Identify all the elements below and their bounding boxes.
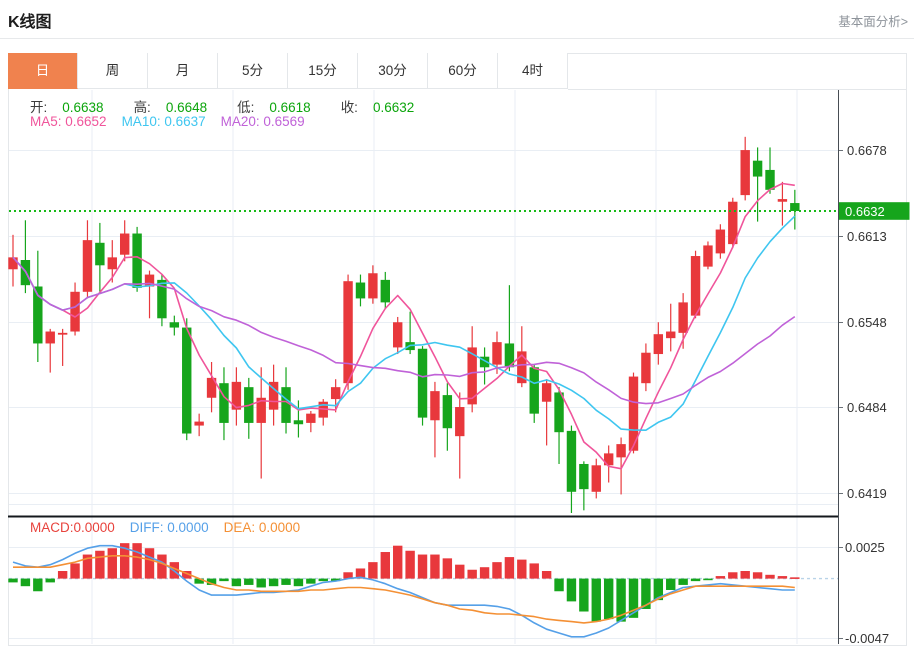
- ohlc-item: 低: 0.6618: [237, 100, 311, 115]
- price-axis-label: 0.6613: [847, 229, 887, 244]
- main-chart-area[interactable]: [9, 90, 838, 516]
- ma-legend: MA5: 0.6652 MA10: 0.6637 MA20: 0.6569: [30, 114, 320, 129]
- macd-item: DIFF: 0.0000: [129, 520, 209, 535]
- macd-axis-label: 0.0025: [845, 540, 885, 555]
- tab-日[interactable]: 日: [8, 53, 78, 89]
- macd-legend: MACD:0.0000 DIFF: 0.0000 DEA: 0.0000: [30, 520, 315, 535]
- ma-item: MA5: 0.6652: [30, 114, 107, 129]
- kline-app: 0.6678 0.6613 0.6548 0.6484 0.6419 0.0025 -0.0…: [0, 0, 914, 648]
- fundamental-analysis-link[interactable]: 基本面分析>: [838, 11, 908, 30]
- current-price-label: 0.6632: [845, 204, 885, 219]
- interval-tabs: 日周月 5分 15分 30分 60分 4时: [8, 53, 906, 90]
- price-axis-label: 0.6419: [847, 486, 887, 501]
- macd-chart-area[interactable]: [9, 518, 838, 644]
- macd-item: DEA: 0.0000: [223, 520, 301, 535]
- tab-60分[interactable]: 60分: [428, 53, 498, 89]
- tab-周[interactable]: 周: [78, 53, 148, 89]
- macd-axis-label: -0.0047: [845, 631, 889, 646]
- price-axis-label: 0.6548: [847, 315, 887, 330]
- price-axis-label: 0.6484: [847, 400, 887, 415]
- ma-item: MA20: 0.6569: [220, 114, 305, 129]
- ohlc-item: 高: 0.6648: [133, 100, 208, 115]
- ohlc-item: 收: 0.6632: [340, 100, 415, 115]
- tab-4时[interactable]: 4时: [498, 53, 568, 89]
- price-axis-label: 0.6678: [847, 143, 887, 158]
- macd-item: MACD:0.0000: [30, 520, 115, 535]
- page-title: K线图: [8, 14, 52, 31]
- tab-月[interactable]: 月: [148, 53, 218, 89]
- ohlc-legend: 开: 0.6638 高: 0.6648 低: 0.6618 收: 0.6632: [30, 96, 444, 116]
- ohlc-item: 开: 0.6638: [30, 100, 104, 115]
- tab-5分[interactable]: 5分: [218, 53, 288, 89]
- ma-item: MA10: 0.6637: [121, 114, 206, 129]
- tab-30分[interactable]: 30分: [358, 53, 428, 89]
- tabbar-filler: [568, 53, 906, 90]
- header-divider: [0, 38, 914, 39]
- tab-15分[interactable]: 15分: [288, 53, 358, 89]
